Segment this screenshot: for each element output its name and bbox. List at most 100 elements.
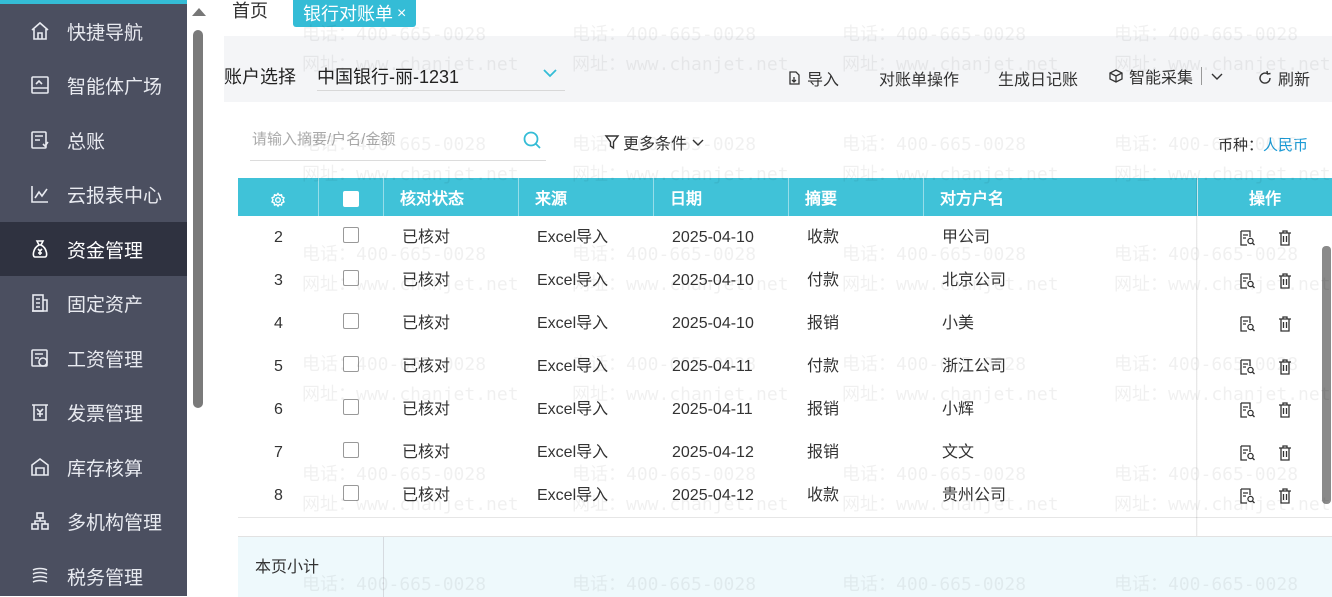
sidebar-item-label: 库存核算 bbox=[67, 458, 144, 480]
tab-label: 银行对账单 bbox=[303, 3, 393, 24]
trash-icon[interactable] bbox=[1276, 358, 1294, 376]
cell-source: Excel导入 bbox=[537, 272, 609, 289]
table-row[interactable]: 3 已核对 Excel导入 2025-04-10 付款 北京公司 bbox=[238, 259, 1332, 303]
ledger-icon bbox=[29, 129, 51, 151]
table-row[interactable]: 2 已核对 Excel导入 2025-04-10 收款 甲公司 bbox=[238, 216, 1332, 260]
select-all-checkbox[interactable] bbox=[343, 191, 359, 207]
sidebar-item-label: 发票管理 bbox=[67, 403, 144, 425]
currency-filter[interactable]: 币种：人民币 bbox=[1218, 134, 1308, 155]
board-icon bbox=[29, 74, 51, 96]
home-icon bbox=[29, 20, 51, 42]
sidebar-item-label: 智能体广场 bbox=[67, 76, 163, 98]
close-icon[interactable]: × bbox=[397, 2, 406, 26]
cell-source: Excel导入 bbox=[537, 315, 609, 332]
sidebar-scrollbar-thumb[interactable] bbox=[193, 30, 203, 408]
row-checkbox[interactable] bbox=[343, 356, 359, 372]
cell-counterparty: 贵州公司 bbox=[942, 487, 1007, 504]
chevron-down-icon bbox=[692, 139, 704, 146]
table-row[interactable]: 7 已核对 Excel导入 2025-04-12 报销 文文 bbox=[238, 431, 1332, 475]
smart-collect-button[interactable]: 智能采集 bbox=[1108, 64, 1229, 88]
refresh-button[interactable]: 刷新 bbox=[1257, 66, 1310, 90]
cell-source: Excel导入 bbox=[537, 401, 609, 418]
trash-icon[interactable] bbox=[1276, 487, 1294, 505]
row-checkbox[interactable] bbox=[343, 270, 359, 286]
search-input[interactable] bbox=[250, 130, 514, 149]
view-detail-icon[interactable] bbox=[1238, 487, 1256, 505]
sidebar-item-quick-nav[interactable]: 快捷导航 bbox=[0, 4, 187, 58]
search-icon[interactable] bbox=[522, 130, 542, 155]
trash-icon[interactable] bbox=[1276, 401, 1294, 419]
row-number: 7 bbox=[274, 444, 283, 461]
row-checkbox[interactable] bbox=[343, 227, 359, 243]
cell-date: 2025-04-12 bbox=[672, 444, 754, 461]
trash-icon[interactable] bbox=[1276, 272, 1294, 290]
sidebar-item-tax[interactable]: 税务管理 bbox=[0, 549, 187, 596]
chevron-down-icon[interactable] bbox=[1210, 69, 1224, 83]
more-conditions-label: 更多条件 bbox=[623, 136, 688, 153]
sidebar-item-inventory[interactable]: 库存核算 bbox=[0, 440, 187, 494]
row-checkbox[interactable] bbox=[343, 485, 359, 501]
cell-source: Excel导入 bbox=[537, 444, 609, 461]
sidebar-scrollbar[interactable] bbox=[187, 0, 210, 596]
scroll-up-arrow-icon[interactable] bbox=[192, 8, 206, 16]
row-checkbox[interactable] bbox=[343, 399, 359, 415]
row-checkbox[interactable] bbox=[343, 442, 359, 458]
account-select[interactable]: 中国银行-丽-1231 bbox=[317, 54, 565, 91]
table-row[interactable]: 8 已核对 Excel导入 2025-04-12 收款 贵州公司 bbox=[238, 474, 1332, 518]
row-number: 4 bbox=[274, 315, 283, 332]
cell-date: 2025-04-10 bbox=[672, 315, 754, 332]
trash-icon[interactable] bbox=[1276, 315, 1294, 333]
table-row[interactable]: 6 已核对 Excel导入 2025-04-11 报销 小辉 bbox=[238, 388, 1332, 432]
cell-counterparty: 甲公司 bbox=[942, 229, 991, 246]
row-checkbox[interactable] bbox=[343, 313, 359, 329]
smart-collect-label: 智能采集 bbox=[1129, 70, 1194, 87]
sidebar: 快捷导航 智能体广场 总账 云报表中心 资金管理 固定资产 工资管理 发票管理 … bbox=[0, 0, 187, 596]
view-detail-icon[interactable] bbox=[1238, 401, 1256, 419]
sidebar-item-cloud-report[interactable]: 云报表中心 bbox=[0, 167, 187, 221]
cell-counterparty: 文文 bbox=[942, 444, 975, 461]
sidebar-item-invoice[interactable]: 发票管理 bbox=[0, 385, 187, 439]
reconcile-ops-label: 对账单操作 bbox=[879, 72, 960, 89]
trash-icon[interactable] bbox=[1276, 229, 1294, 247]
sidebar-item-salary[interactable]: 工资管理 bbox=[0, 331, 187, 385]
toolbar: 账户选择 中国银行-丽-1231 导入 对账单操作 生成日记账 智能采集 刷新 bbox=[224, 36, 1332, 102]
cell-date: 2025-04-10 bbox=[672, 272, 754, 289]
cell-summary: 报销 bbox=[807, 315, 840, 332]
filter-icon bbox=[604, 135, 620, 150]
subtotal-row: 本页小计 bbox=[238, 536, 1332, 597]
divider bbox=[1201, 67, 1203, 85]
sidebar-item-fixed-assets[interactable]: 固定资产 bbox=[0, 276, 187, 330]
import-button[interactable]: 导入 bbox=[786, 66, 839, 90]
cell-counterparty: 浙江公司 bbox=[942, 358, 1007, 375]
reconcile-ops-button[interactable]: 对账单操作 bbox=[879, 66, 959, 90]
import-label: 导入 bbox=[807, 72, 840, 89]
more-conditions-button[interactable]: 更多条件 bbox=[604, 130, 705, 154]
table-scrollbar-thumb[interactable] bbox=[1322, 246, 1331, 504]
cell-source: Excel导入 bbox=[537, 358, 609, 375]
sidebar-item-label: 资金管理 bbox=[67, 240, 144, 262]
cell-status: 已核对 bbox=[402, 487, 451, 504]
subtotal-label: 本页小计 bbox=[255, 559, 320, 576]
cell-date: 2025-04-10 bbox=[672, 229, 754, 246]
cube-icon bbox=[1109, 69, 1123, 83]
currency-value[interactable]: 人民币 bbox=[1263, 137, 1308, 154]
view-detail-icon[interactable] bbox=[1238, 358, 1256, 376]
gear-icon[interactable] bbox=[270, 192, 286, 208]
sidebar-item-general-ledger[interactable]: 总账 bbox=[0, 113, 187, 167]
table-row[interactable]: 5 已核对 Excel导入 2025-04-11 付款 浙江公司 bbox=[238, 345, 1332, 389]
cell-summary: 付款 bbox=[807, 272, 840, 289]
sidebar-item-fund-management[interactable]: 资金管理 bbox=[0, 222, 187, 276]
view-detail-icon[interactable] bbox=[1238, 229, 1256, 247]
sidebar-item-agent-square[interactable]: 智能体广场 bbox=[0, 58, 187, 112]
view-detail-icon[interactable] bbox=[1238, 272, 1256, 290]
view-detail-icon[interactable] bbox=[1238, 444, 1256, 462]
generate-journal-button[interactable]: 生成日记账 bbox=[998, 66, 1078, 90]
view-detail-icon[interactable] bbox=[1238, 315, 1256, 333]
sidebar-item-multi-org[interactable]: 多机构管理 bbox=[0, 494, 187, 548]
tab-home[interactable]: 首页 bbox=[232, 0, 268, 22]
table-row[interactable]: 4 已核对 Excel导入 2025-04-10 报销 小美 bbox=[238, 302, 1332, 346]
cell-status: 已核对 bbox=[402, 401, 451, 418]
tab-bank-statement[interactable]: 银行对账单 × bbox=[293, 0, 417, 27]
account-value: 中国银行-丽-1231 bbox=[317, 67, 460, 87]
trash-icon[interactable] bbox=[1276, 444, 1294, 462]
